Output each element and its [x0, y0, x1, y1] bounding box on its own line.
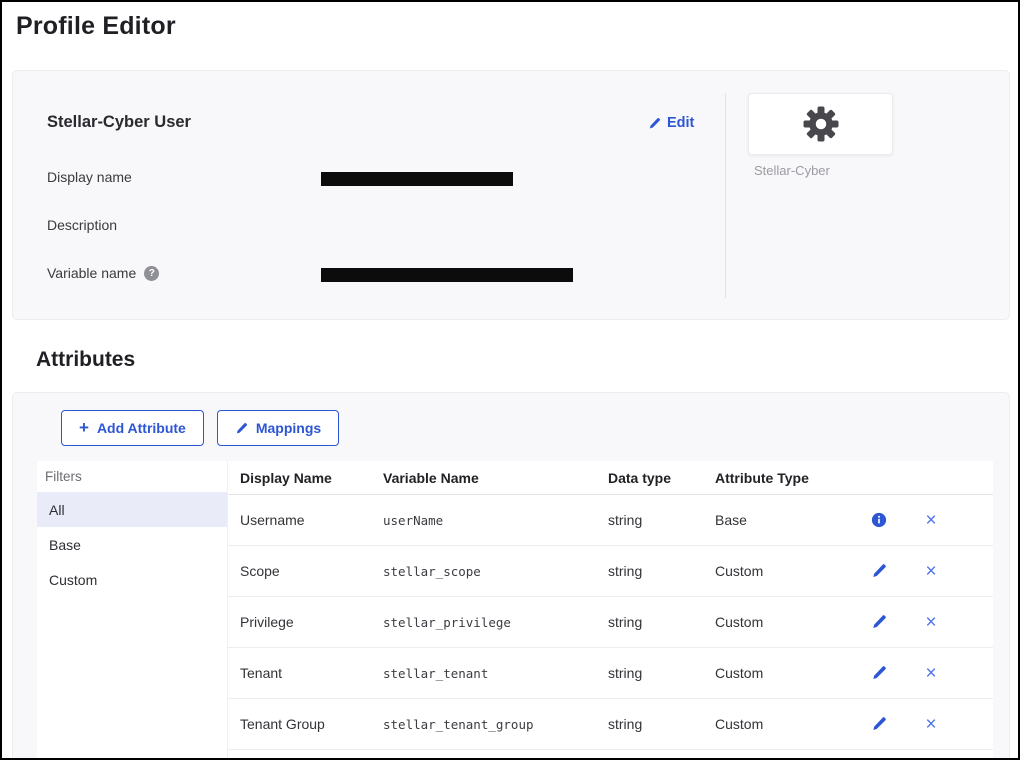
- display-name-redacted-value: [321, 172, 513, 186]
- cell-variable-name: stellar_tenant_group: [383, 717, 608, 732]
- filter-item-all[interactable]: All: [37, 492, 227, 527]
- attributes-toolbar: + Add Attribute Mappings: [61, 410, 339, 446]
- cell-display-name: Scope: [240, 563, 383, 579]
- cell-display-name: Username: [240, 512, 383, 528]
- attributes-table: Display Name Variable Name Data type Att…: [228, 461, 993, 760]
- cell-attribute-type: Custom: [715, 563, 853, 579]
- edit-icon[interactable]: [871, 665, 887, 681]
- filters-title: Filters: [37, 461, 227, 492]
- provider-label: Stellar-Cyber: [754, 163, 830, 178]
- filter-item-base[interactable]: Base: [37, 527, 227, 562]
- attributes-heading: Attributes: [36, 348, 135, 372]
- delete-icon[interactable]: ×: [925, 664, 936, 683]
- table-row: Scope stellar_scope string Custom ×: [228, 546, 993, 597]
- pencil-icon: [235, 422, 248, 435]
- table-row: Tenant stellar_tenant string Custom ×: [228, 648, 993, 699]
- edit-label: Edit: [667, 115, 694, 131]
- profile-editor-screen: Profile Editor Stellar-Cyber User Edit: [0, 0, 1020, 760]
- profile-name: Stellar-Cyber User: [47, 113, 191, 132]
- header-attribute-type: Attribute Type: [715, 470, 853, 486]
- table-row: Username userName string Base ×: [228, 495, 993, 546]
- cell-data-type: string: [608, 512, 715, 528]
- edit-icon[interactable]: [871, 614, 887, 630]
- cell-display-name: Tenant Group: [240, 716, 383, 732]
- filter-list: AllBaseCustom: [37, 492, 227, 597]
- variable-name-redacted-value: [321, 268, 573, 282]
- description-label: Description: [47, 217, 117, 233]
- cell-display-name: Privilege: [240, 614, 383, 630]
- cell-variable-name: stellar_privilege: [383, 615, 608, 630]
- cell-data-type: string: [608, 665, 715, 681]
- table-row: Tenant Group stellar_tenant_group string…: [228, 699, 993, 750]
- vertical-divider: [725, 93, 726, 298]
- delete-icon[interactable]: ×: [925, 511, 936, 530]
- provider-card: [748, 93, 893, 155]
- header-data-type: Data type: [608, 470, 715, 486]
- table-body: Username userName string Base × Scope st…: [228, 495, 993, 750]
- delete-icon[interactable]: ×: [925, 715, 936, 734]
- header-display-name: Display Name: [240, 470, 383, 486]
- page-title: Profile Editor: [16, 12, 176, 41]
- cell-display-name: Tenant: [240, 665, 383, 681]
- variable-name-label: Variable name ?: [47, 265, 159, 281]
- pencil-icon: [648, 117, 661, 130]
- table-row: Privilege stellar_privilege string Custo…: [228, 597, 993, 648]
- delete-icon[interactable]: ×: [925, 562, 936, 581]
- cell-data-type: string: [608, 716, 715, 732]
- edit-icon[interactable]: [871, 563, 887, 579]
- cell-variable-name: stellar_scope: [383, 564, 608, 579]
- cell-attribute-type: Base: [715, 512, 853, 528]
- attributes-content: Filters AllBaseCustom Display Name Varia…: [37, 461, 993, 760]
- cell-data-type: string: [608, 563, 715, 579]
- attributes-panel: + Add Attribute Mappings Filters AllBase…: [12, 392, 1010, 760]
- edit-icon[interactable]: [871, 716, 887, 732]
- filter-item-custom[interactable]: Custom: [37, 562, 227, 597]
- mappings-button[interactable]: Mappings: [217, 410, 339, 446]
- cell-attribute-type: Custom: [715, 716, 853, 732]
- delete-icon[interactable]: ×: [925, 613, 936, 632]
- help-icon[interactable]: ?: [144, 266, 159, 281]
- filters-panel: Filters AllBaseCustom: [37, 461, 228, 760]
- edit-profile-button[interactable]: Edit: [648, 115, 694, 131]
- info-icon[interactable]: [871, 512, 887, 528]
- cell-data-type: string: [608, 614, 715, 630]
- cell-attribute-type: Custom: [715, 614, 853, 630]
- display-name-label: Display name: [47, 169, 132, 185]
- plus-icon: +: [79, 419, 89, 436]
- cell-variable-name: userName: [383, 513, 608, 528]
- add-attribute-button[interactable]: + Add Attribute: [61, 410, 204, 446]
- gear-icon: [800, 103, 842, 145]
- profile-summary-panel: Stellar-Cyber User Edit: [12, 70, 1010, 320]
- header-variable-name: Variable Name: [383, 470, 608, 486]
- cell-attribute-type: Custom: [715, 665, 853, 681]
- table-header-row: Display Name Variable Name Data type Att…: [228, 461, 993, 495]
- cell-variable-name: stellar_tenant: [383, 666, 608, 681]
